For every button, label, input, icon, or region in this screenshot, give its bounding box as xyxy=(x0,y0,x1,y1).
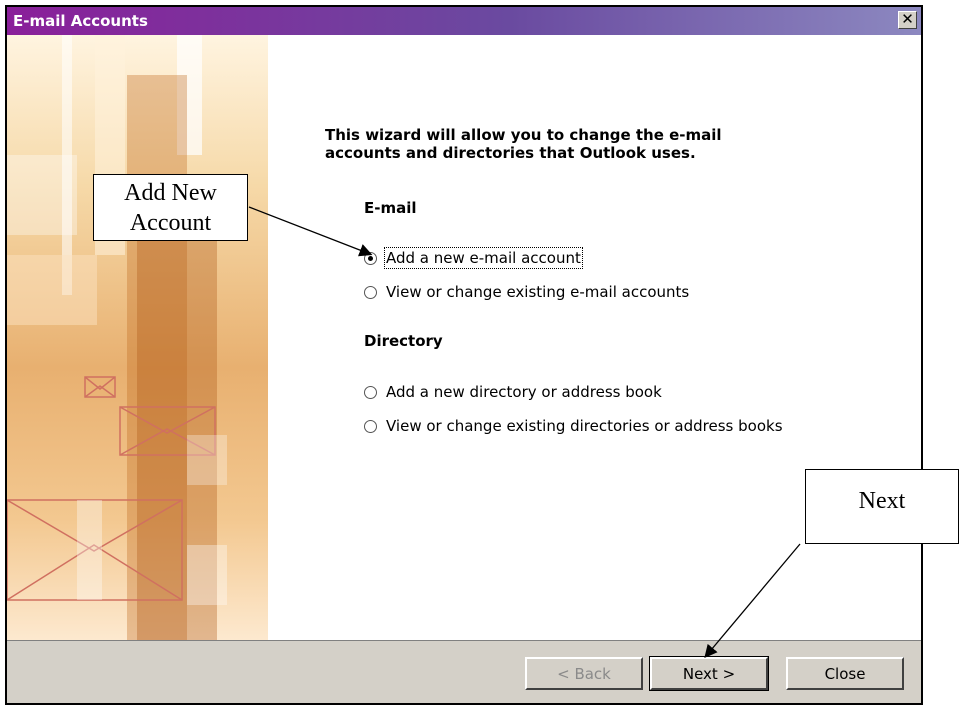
callout-arrows xyxy=(248,206,801,658)
arrow-to-add-account-icon xyxy=(248,206,373,257)
arrow-to-next-icon xyxy=(704,543,801,658)
